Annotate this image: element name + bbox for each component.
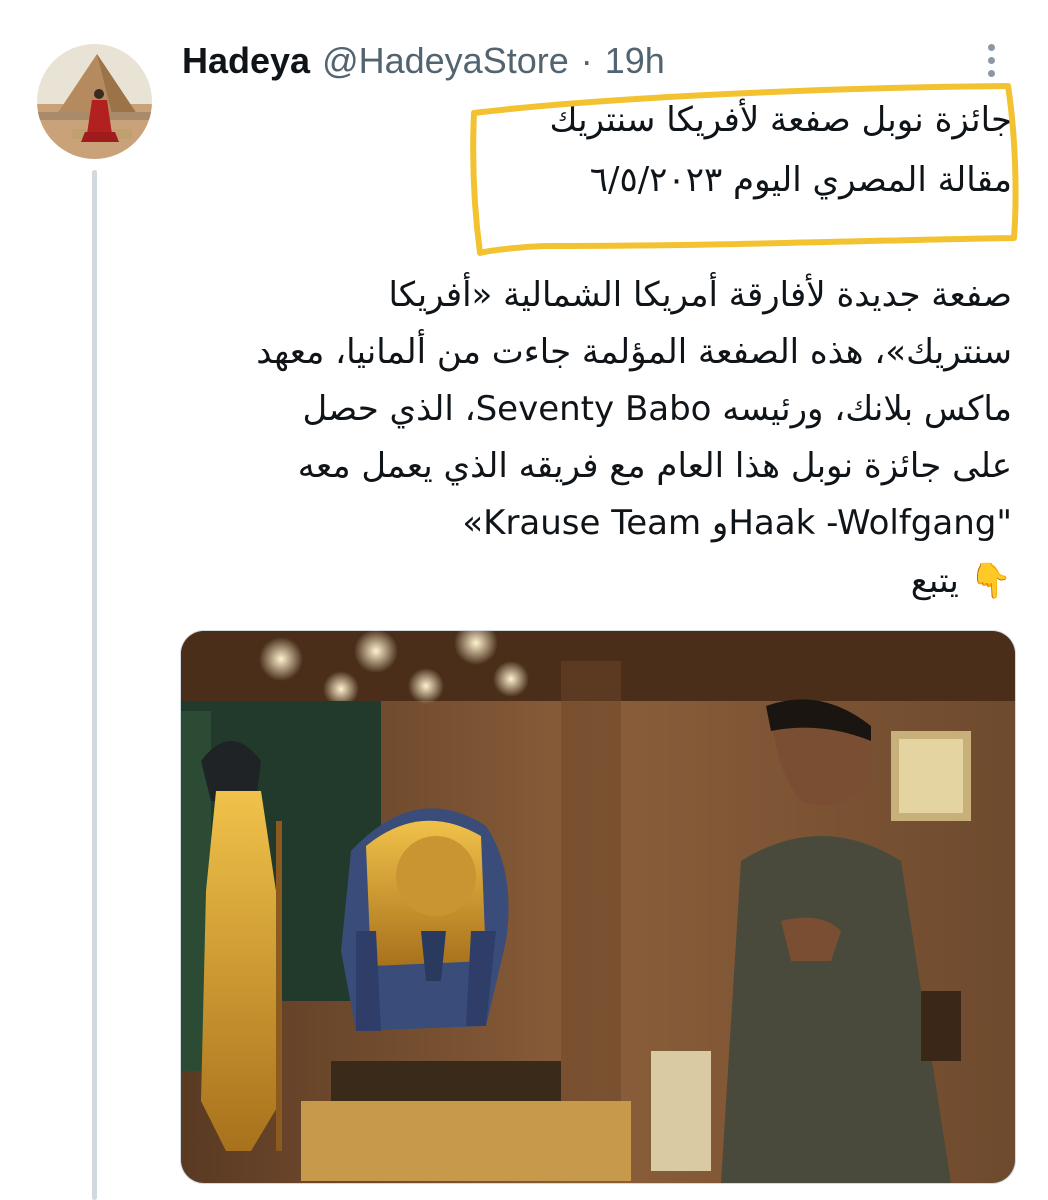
tweet-line-1: جائزة نوبل صفعة لأفريكا سنتريك — [549, 100, 1012, 140]
tweet-header: Hadeya @HadeyaStore · 19h — [182, 36, 665, 86]
avatar[interactable] — [37, 44, 152, 159]
tweet-line-6: ماكس بلانك، ورئيسه Seventy Babo، الذي حص… — [302, 389, 1012, 429]
meta-separator: · — [580, 40, 593, 81]
display-name[interactable]: Hadeya — [182, 36, 310, 86]
more-icon[interactable] — [976, 40, 1006, 80]
tweet-line-9: 👇 يتبع — [910, 561, 1012, 601]
handle[interactable]: @HadeyaStore — [322, 36, 569, 86]
timestamp[interactable]: 19h — [605, 36, 665, 86]
tweet-line-2: مقالة المصري اليوم ٦/٥/٢٠٢٣ — [589, 160, 1012, 200]
tweet-line-5: سنتريك»، هذه الصفعة المؤلمة جاءت من ألما… — [256, 332, 1012, 372]
tweet-line-7: على جائزة نوبل هذا العام مع فريقه الذي ي… — [297, 446, 1012, 486]
avatar-image — [37, 44, 152, 159]
museum-photo — [181, 631, 1015, 1183]
tweet-line-8: «Krause Team وHaak -Wolfgang" — [462, 503, 1012, 543]
thread-line — [92, 170, 97, 1200]
tweet-image[interactable] — [180, 630, 1016, 1184]
tweet-line-4: صفعة جديدة لأفارقة أمريكا الشمالية «أفري… — [388, 275, 1012, 315]
